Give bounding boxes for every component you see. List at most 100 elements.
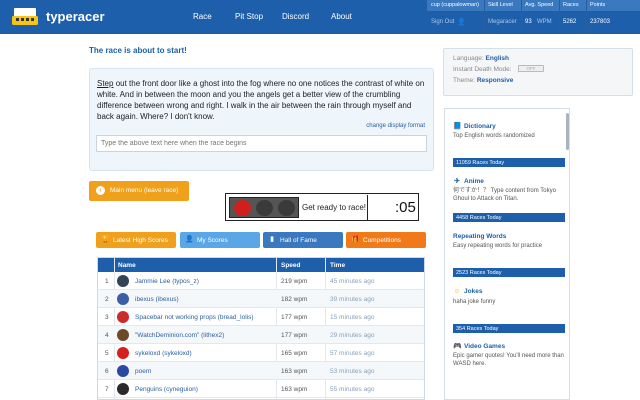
change-display-format-link[interactable]: change display format (366, 123, 425, 129)
high-scores-table: Name Speed Time 1 Jammie Lee (typos_z) 2… (97, 257, 425, 400)
avatar (117, 347, 129, 359)
main-menu-button[interactable]: ‹ Main menu (leave race) (89, 181, 189, 201)
player-name[interactable]: sykeloxd (sykeloxd) (135, 350, 192, 357)
category-repeating-words[interactable]: Repeating Words (453, 233, 506, 240)
player-name[interactable]: "WatchDeminion.com" (lithex2) (135, 332, 224, 339)
traffic-light-off-icon (256, 200, 273, 216)
category-list-scrollbar[interactable] (566, 113, 569, 150)
table-row[interactable]: 4 "WatchDeminion.com" (lithex2) 177 wpm … (98, 326, 424, 344)
countdown-value: :05 (395, 199, 416, 216)
avatar (117, 293, 129, 305)
instant-death-toggle[interactable]: OFF (518, 65, 544, 72)
speed: 177 wpm (281, 332, 308, 339)
skill-level-value: Megaracer (488, 19, 517, 25)
category-dictionary[interactable]: 📘 Dictionary (453, 123, 496, 131)
speed: 219 wpm (281, 278, 308, 285)
traffic-light-off-icon (278, 200, 295, 216)
player-name[interactable]: Jammie Lee (typos_z) (135, 278, 199, 285)
typing-input[interactable] (96, 135, 427, 152)
main-menu-label: Main menu (leave race) (110, 187, 179, 194)
avatar (117, 329, 129, 341)
trophy-icon: 🏆 (101, 236, 110, 243)
tab-competitions[interactable]: 🎁 Competitions (346, 232, 426, 248)
tab-label: Competitions (363, 237, 401, 244)
stats-username[interactable]: cup (cuppalowman) (431, 2, 479, 8)
table-row[interactable]: 7 Penguins (cyneguion) 163 wpm 55 minute… (98, 380, 424, 398)
category-description: haha joke funny (453, 299, 496, 305)
player-name[interactable]: Penguins (cyneguion) (135, 386, 198, 393)
category-title: Jokes (464, 288, 483, 295)
speed: 163 wpm (281, 386, 308, 393)
category-title: Anime (464, 178, 484, 185)
book-icon: 📘 (453, 123, 462, 130)
points-value: 237803 (590, 19, 611, 25)
smile-icon: ☺ (453, 288, 461, 295)
tab-latest-high-scores[interactable]: 🏆 Latest High Scores (96, 232, 176, 248)
table-row[interactable]: 1 Jammie Lee (typos_z) 219 wpm 45 minute… (98, 272, 424, 290)
theme-label: Theme: (453, 77, 476, 84)
time-ago: 15 minutes ago (330, 314, 375, 321)
race-category-list[interactable]: 📘 Dictionary Top English words randomized… (444, 108, 570, 400)
avg-speed-value: 93 (525, 19, 532, 25)
language-setting[interactable]: Language: English (453, 55, 509, 62)
tab-my-scores[interactable]: 👤 My Scores (180, 232, 260, 248)
category-video-games[interactable]: 🎮 Video Games (453, 343, 505, 351)
nav-pit-stop[interactable]: Pit Stop (235, 12, 263, 21)
instant-death-setting: Instant Death Mode: (453, 66, 512, 73)
player-name[interactable]: poem (135, 368, 151, 375)
category-description: Easy repeating words for practice (453, 243, 543, 249)
theme-setting[interactable]: Theme: Responsive (453, 77, 513, 84)
avatar (117, 311, 129, 323)
table-row[interactable]: 6 poem 163 wpm 53 minutes ago (98, 362, 424, 380)
column-header-name: Name (118, 262, 136, 269)
table-row[interactable]: 5 sykeloxd (sykeloxd) 165 wpm 57 minutes… (98, 344, 424, 362)
table-row[interactable]: 3 Spacebar not working props (bread_loli… (98, 308, 424, 326)
avatar-icon[interactable]: 👤 (457, 18, 466, 26)
rank: 6 (105, 368, 109, 375)
gift-icon: 🎁 (351, 236, 360, 243)
user-stats-values: Sign Out 👤 Megaracer 93 WPM 5262 237803 (427, 15, 640, 29)
category-description: Top English words randomized (453, 133, 535, 139)
column-header-time: Time (330, 262, 346, 269)
typeracer-logo-icon[interactable] (10, 7, 40, 27)
races-today-badge: 2523 Races Today (453, 268, 565, 277)
table-header: Name Speed Time (98, 258, 424, 272)
player-name[interactable]: Spacebar not working props (bread_lolis) (135, 314, 254, 321)
time-ago: 53 minutes ago (330, 368, 375, 375)
language-value[interactable]: English (486, 55, 509, 62)
tab-hall-of-fame[interactable]: ▮ Hall of Fame (263, 232, 343, 248)
tab-label: My Scores (197, 237, 228, 244)
user-stats-panel: cup (cuppalowman) Skill Level Avg. Speed… (427, 0, 640, 34)
avatar (117, 365, 129, 377)
races-today-badge: 11059 Races Today (453, 158, 565, 167)
user-stats-header: cup (cuppalowman) Skill Level Avg. Speed… (427, 0, 640, 11)
player-name[interactable]: ibexus (ibexus) (135, 296, 179, 303)
stats-header-points: Points (590, 2, 606, 8)
nav-discord[interactable]: Discord (282, 12, 309, 21)
time-ago: 55 minutes ago (330, 386, 375, 393)
category-anime[interactable]: ✈ Anime (453, 178, 484, 186)
traffic-light (229, 197, 299, 218)
races-value: 5262 (563, 19, 577, 25)
race-text-remainder: out the front door like a ghost into the… (97, 79, 425, 121)
stats-divider (521, 0, 522, 34)
sign-out-link[interactable]: Sign Out (431, 19, 454, 25)
ready-label: Get ready to race! (302, 203, 367, 212)
top-header: typeracer Race Pit Stop Discord About cu… (0, 0, 640, 34)
avg-speed-unit: WPM (537, 19, 552, 25)
tab-label: Latest High Scores (113, 237, 168, 244)
race-start-indicator: Get ready to race! :05 (225, 193, 419, 221)
avatar (117, 383, 129, 395)
time-ago: 39 minutes ago (330, 296, 375, 303)
table-row[interactable]: 2 ibexus (ibexus) 182 wpm 39 minutes ago (98, 290, 424, 308)
nav-about[interactable]: About (331, 12, 352, 21)
speed: 165 wpm (281, 350, 308, 357)
races-today-badge: 4458 Races Today (453, 213, 565, 222)
nav-race[interactable]: Race (193, 12, 212, 21)
instant-death-label: Instant Death Mode: (453, 66, 512, 73)
category-jokes[interactable]: ☺ Jokes (453, 288, 482, 296)
stats-header-speed: Avg. Speed (525, 2, 554, 8)
theme-value[interactable]: Responsive (477, 77, 514, 84)
time-ago: 29 minutes ago (330, 332, 375, 339)
brand-name[interactable]: typeracer (46, 9, 105, 24)
